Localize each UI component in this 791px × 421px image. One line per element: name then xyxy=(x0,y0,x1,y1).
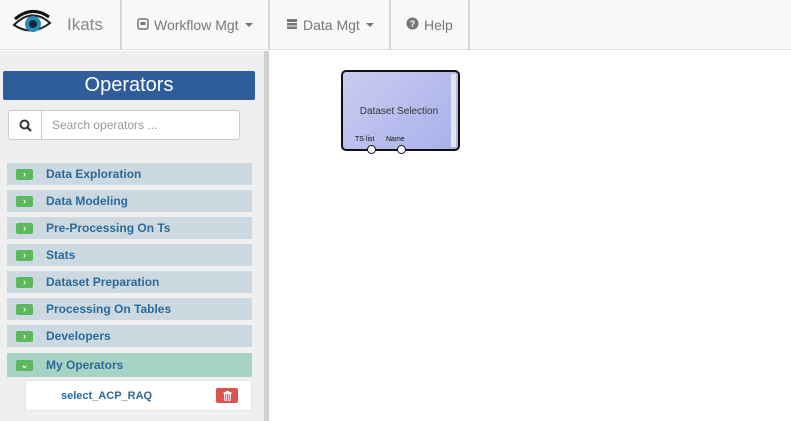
category-label: Data Modeling xyxy=(46,194,129,208)
category-data-modeling[interactable]: › Data Modeling xyxy=(7,190,252,212)
category-data-exploration[interactable]: › Data Exploration xyxy=(7,163,252,185)
operator-node[interactable]: Dataset Selection TS list Name xyxy=(341,70,460,154)
category-label: My Operators xyxy=(46,358,124,372)
data-mgt-menu[interactable]: Data Mgt xyxy=(286,0,374,50)
trash-icon xyxy=(223,390,231,401)
category-stats[interactable]: › Stats xyxy=(7,244,252,266)
brand-name: Ikats xyxy=(67,15,103,34)
category-label: Pre-Processing On Ts xyxy=(46,221,171,235)
operators-title: Operators xyxy=(3,71,255,100)
node-title: Dataset Selection xyxy=(359,106,439,117)
workflow-canvas[interactable]: Dataset Selection TS list Name xyxy=(269,51,791,421)
chevron-right-icon: › xyxy=(16,276,33,288)
chevron-right-icon: › xyxy=(16,168,33,180)
chevron-right-icon: › xyxy=(16,303,33,315)
category-processing-on-tables[interactable]: › Processing On Tables xyxy=(7,298,252,320)
workflow-mgt-menu[interactable]: Workflow Mgt xyxy=(137,0,253,50)
help-label: Help xyxy=(424,17,453,33)
top-navbar: Ikats Workflow Mgt Data Mgt ? Help xyxy=(0,0,791,50)
eye-logo-icon xyxy=(12,10,52,32)
nav-divider xyxy=(468,0,470,50)
search-operators-input[interactable] xyxy=(41,110,240,140)
category-label: Data Exploration xyxy=(46,167,142,181)
chevron-right-icon: › xyxy=(16,249,33,261)
chevron-down-icon xyxy=(244,23,253,27)
category-label: Developers xyxy=(46,329,111,343)
nav-divider xyxy=(120,0,122,50)
my-operators-list: select_ACP_RAQ xyxy=(25,380,252,411)
category-dataset-preparation[interactable]: › Dataset Preparation xyxy=(7,271,252,293)
category-developers[interactable]: › Developers xyxy=(7,325,252,347)
chevron-right-icon: › xyxy=(16,330,33,342)
category-label: Stats xyxy=(46,248,76,262)
brand[interactable]: Ikats xyxy=(0,0,120,50)
workflow-mgt-label: Workflow Mgt xyxy=(154,17,239,33)
chevron-down-icon: ⌄ xyxy=(16,359,33,371)
category-label: Processing On Tables xyxy=(46,302,172,316)
database-icon xyxy=(286,18,298,33)
nav-divider xyxy=(389,0,391,50)
chevron-right-icon: › xyxy=(16,222,33,234)
operators-sidebar: Operators › Data Exploration › Data Mode… xyxy=(0,51,264,421)
category-pre-processing-on-ts[interactable]: › Pre-Processing On Ts xyxy=(7,217,252,239)
category-label: Dataset Preparation xyxy=(46,275,160,289)
category-my-operators[interactable]: ⌄ My Operators xyxy=(7,353,252,377)
nav-divider xyxy=(268,0,270,50)
chevron-down-icon xyxy=(365,23,374,27)
output-port-ts-list[interactable] xyxy=(367,145,376,154)
output-port-name[interactable] xyxy=(397,145,406,154)
workflow-icon xyxy=(137,17,149,33)
question-circle-icon: ? xyxy=(406,17,419,33)
svg-text:?: ? xyxy=(410,19,416,29)
search-button[interactable] xyxy=(8,110,42,140)
search-icon xyxy=(19,119,32,132)
port-label: Name xyxy=(386,136,405,143)
chevron-right-icon: › xyxy=(16,195,33,207)
delete-operator-button[interactable] xyxy=(216,388,238,403)
help-menu[interactable]: ? Help xyxy=(406,0,453,50)
operator-item[interactable]: select_ACP_RAQ xyxy=(61,390,152,402)
data-mgt-label: Data Mgt xyxy=(303,17,360,33)
port-label: TS list xyxy=(355,136,375,143)
